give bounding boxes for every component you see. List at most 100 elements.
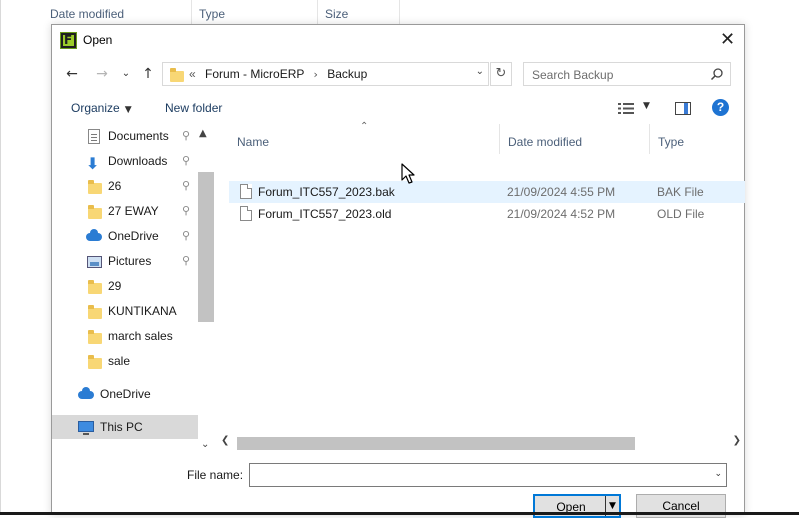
file-type: OLD File	[657, 207, 705, 221]
file-name-field[interactable]: ⌄	[249, 463, 727, 487]
sidebar-item-label: 27 EWAY	[108, 204, 159, 218]
sidebar-item-onedrive[interactable]: OneDrive	[52, 382, 198, 406]
caret-down-icon: ▼	[124, 105, 132, 115]
up-button[interactable]: ↑	[138, 64, 158, 84]
title-bar: F Open ✕	[52, 25, 744, 56]
sidebar-item-label: Downloads	[108, 154, 168, 168]
sidebar-item-label: sale	[108, 354, 131, 368]
breadcrumb-overflow[interactable]: «	[189, 67, 196, 81]
organize-label: Organize	[71, 101, 120, 115]
sidebar-item-29[interactable]: 29	[52, 274, 198, 298]
sidebar-item-label: OneDrive	[100, 387, 151, 401]
sidebar-item-label: Documents	[108, 129, 169, 143]
search-box[interactable]: Search Backup	[523, 62, 731, 86]
sidebar-item-label: KUNTIKANA	[108, 304, 177, 318]
view-options-icon[interactable]	[618, 102, 634, 115]
organize-button[interactable]: Organize ▼	[71, 101, 132, 115]
new-folder-button[interactable]: New folder	[165, 101, 222, 115]
app-icon: F	[60, 32, 77, 49]
sidebar-item-label: OneDrive	[108, 229, 159, 243]
chevron-down-icon[interactable]: ⌄	[714, 469, 722, 479]
pin-icon[interactable]: ⚲	[182, 199, 190, 223]
file-list: ⌃ Name Date modified Type Forum_ITC557_2…	[229, 121, 745, 442]
address-bar[interactable]: « Forum - MicroERP › Backup ⌄	[162, 62, 489, 86]
horizontal-scrollbar[interactable]: ❮ ❯	[214, 435, 745, 451]
sidebar-item-onedrive-pinned[interactable]: OneDrive ⚲	[52, 224, 198, 248]
back-button[interactable]: ←	[62, 64, 82, 84]
pictures-icon	[87, 256, 102, 268]
sidebar-item-label: 29	[108, 279, 122, 293]
chevron-right-icon[interactable]: ›	[314, 68, 318, 81]
breadcrumb: « Forum - MicroERP › Backup	[189, 67, 367, 81]
folder-icon	[88, 280, 102, 294]
bg-column-size: Size	[319, 0, 400, 24]
scroll-down-icon[interactable]: ⌄	[201, 439, 209, 450]
search-input[interactable]: Search Backup	[532, 68, 613, 82]
sidebar-item-label: This PC	[100, 420, 143, 434]
file-name: Forum_ITC557_2023.bak	[258, 185, 395, 199]
pin-icon[interactable]: ⚲	[182, 149, 190, 173]
scroll-right-icon[interactable]: ❯	[733, 435, 741, 446]
folder-icon	[88, 330, 102, 344]
column-header-date-modified[interactable]: Date modified	[500, 130, 649, 154]
recent-locations-button[interactable]: ⌄	[116, 64, 136, 84]
folder-icon	[88, 205, 102, 219]
search-icon	[710, 68, 723, 81]
background-explorer-header: Date modified Type Size	[0, 0, 799, 24]
file-date: 21/09/2024 4:52 PM	[507, 207, 616, 221]
dialog-title: Open	[83, 33, 113, 47]
file-name: Forum_ITC557_2023.old	[258, 207, 392, 221]
sidebar-item-label: 26	[108, 179, 122, 193]
file-date: 21/09/2024 4:55 PM	[507, 185, 616, 199]
navigation-pane: Documents ⚲ ⬇ Downloads ⚲ 26 ⚲ 27 EWAY ⚲…	[52, 124, 214, 442]
refresh-button[interactable]: ↻	[490, 62, 512, 86]
sidebar-item-kuntikana[interactable]: KUNTIKANA	[52, 299, 198, 323]
pin-icon[interactable]: ⚲	[182, 224, 190, 248]
folder-icon	[88, 355, 102, 369]
breadcrumb-backup[interactable]: Backup	[327, 67, 367, 81]
file-icon	[240, 206, 252, 221]
file-row[interactable]: Forum_ITC557_2023.old 21/09/2024 4:52 PM…	[229, 203, 745, 225]
sidebar-item-label: march sales	[108, 329, 173, 343]
help-icon[interactable]: ?	[712, 99, 729, 116]
scroll-left-icon[interactable]: ❮	[221, 435, 229, 446]
sidebar-item-march-sales[interactable]: march sales	[52, 324, 198, 348]
sidebar-item-downloads[interactable]: ⬇ Downloads ⚲	[52, 149, 198, 173]
sidebar-item-26[interactable]: 26 ⚲	[52, 174, 198, 198]
pin-icon[interactable]: ⚲	[182, 249, 190, 273]
toolbar: Organize ▼ New folder ▼ ?	[52, 92, 744, 124]
sidebar-item-pictures[interactable]: Pictures ⚲	[52, 249, 198, 273]
navigation-pane-scroll-thumb[interactable]	[198, 172, 214, 322]
pin-icon[interactable]: ⚲	[182, 174, 190, 198]
view-dropdown-icon[interactable]: ▼	[643, 101, 650, 111]
folder-icon	[88, 180, 102, 194]
scroll-up-icon[interactable]: ▲	[199, 128, 207, 139]
this-pc-icon	[78, 421, 94, 435]
column-header-type[interactable]: Type	[650, 130, 745, 154]
sidebar-item-this-pc[interactable]: This PC	[52, 415, 198, 439]
downloads-icon: ⬇	[86, 154, 100, 173]
file-type: BAK File	[657, 185, 704, 199]
file-name-label: File name:	[187, 468, 244, 482]
file-row[interactable]: Forum_ITC557_2023.bak 21/09/2024 4:55 PM…	[229, 181, 745, 203]
forward-button[interactable]: →	[92, 64, 112, 84]
sidebar-item-documents[interactable]: Documents ⚲	[52, 124, 198, 148]
background-window-edge	[0, 0, 1, 515]
breadcrumb-forum-microerp[interactable]: Forum - MicroERP	[205, 67, 304, 81]
column-header-name[interactable]: Name	[229, 130, 499, 154]
close-button[interactable]: ✕	[711, 25, 744, 56]
pin-icon[interactable]: ⚲	[182, 124, 190, 148]
documents-icon	[88, 129, 100, 144]
bg-column-date-modified: Date modified	[44, 0, 192, 24]
horizontal-scroll-thumb[interactable]	[237, 437, 635, 450]
chevron-down-icon[interactable]: ⌄	[476, 66, 484, 77]
folder-icon	[88, 305, 102, 319]
sidebar-item-sale[interactable]: sale	[52, 349, 198, 373]
sidebar-item-label: Pictures	[108, 254, 152, 268]
open-dialog: F Open ✕ ← → ⌄ ↑ « Forum - MicroERP › Ba…	[51, 24, 745, 518]
bg-column-type: Type	[193, 0, 318, 24]
mouse-cursor-icon	[401, 163, 415, 184]
sidebar-item-27-eway[interactable]: 27 EWAY ⚲	[52, 199, 198, 223]
folder-icon	[170, 68, 184, 82]
preview-pane-icon[interactable]	[675, 102, 691, 115]
